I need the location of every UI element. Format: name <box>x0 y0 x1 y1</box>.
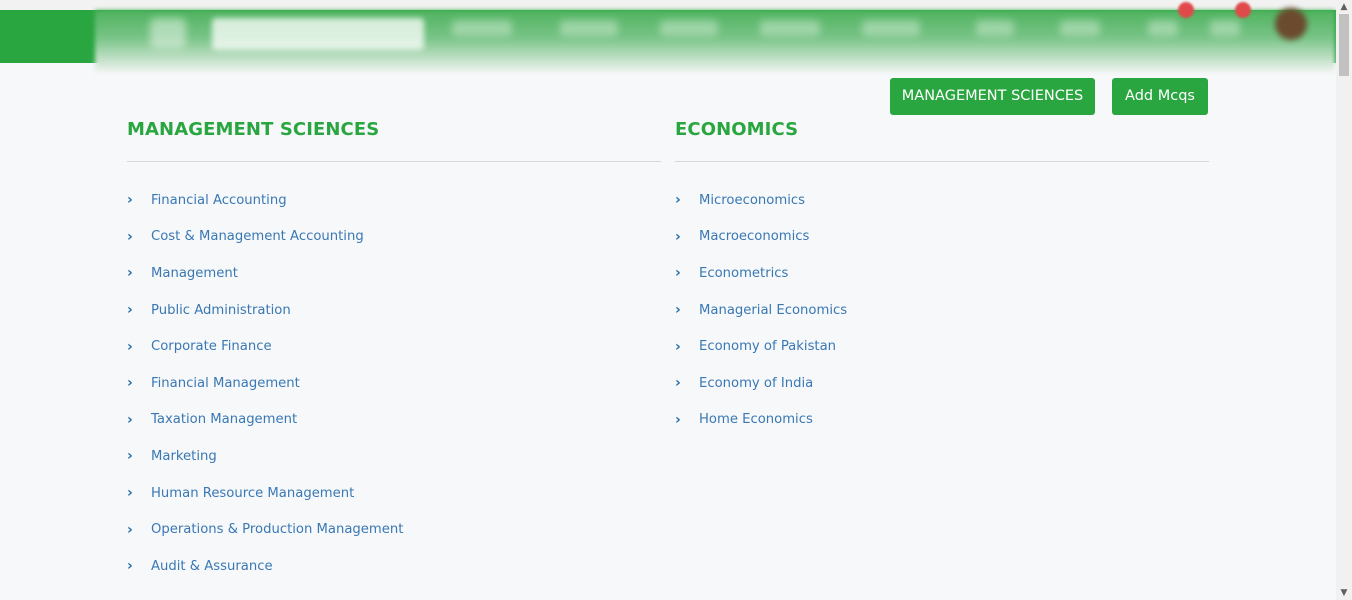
scrollbar-thumb[interactable] <box>1339 14 1349 76</box>
subject-link[interactable]: Taxation Management <box>151 412 297 427</box>
subject-list: › Microeconomics › Macroeconomics › Econome… <box>675 182 1209 438</box>
chevron-right-icon: › <box>127 448 133 465</box>
list-item[interactable]: › Econometrics <box>675 255 1209 292</box>
list-item[interactable]: › Marketing <box>127 438 661 475</box>
subject-link[interactable]: Audit & Assurance <box>151 559 273 574</box>
chevron-right-icon: › <box>127 521 133 538</box>
subject-link[interactable]: Economy of Pakistan <box>699 339 836 354</box>
subject-link[interactable]: Econometrics <box>699 266 788 281</box>
list-item[interactable]: › Operations & Production Management <box>127 511 661 548</box>
subject-link[interactable]: Financial Accounting <box>151 193 287 208</box>
nav-item[interactable] <box>976 20 1014 36</box>
chevron-right-icon: › <box>127 338 133 355</box>
scroll-down-arrow-icon[interactable]: ▼ <box>1336 586 1352 600</box>
chevron-right-icon: › <box>675 338 681 355</box>
section-title: MANAGEMENT SCIENCES <box>127 119 380 140</box>
nav-item[interactable] <box>1060 20 1100 36</box>
subject-link[interactable]: Home Economics <box>699 412 813 427</box>
chevron-right-icon: › <box>675 228 681 245</box>
nav-item[interactable] <box>560 20 618 36</box>
menu-toggle-icon[interactable] <box>150 18 186 48</box>
list-item[interactable]: › Macroeconomics <box>675 219 1209 256</box>
chevron-right-icon: › <box>127 411 133 428</box>
subject-link[interactable]: Macroeconomics <box>699 229 809 244</box>
list-item[interactable]: › Audit & Assurance <box>127 548 661 585</box>
notification-badge <box>1178 2 1194 18</box>
section-title: ECONOMICS <box>675 119 799 140</box>
subject-link[interactable]: Economy of India <box>699 376 813 391</box>
list-item[interactable]: › Financial Management <box>127 365 661 402</box>
subject-link[interactable]: Managerial Economics <box>699 303 847 318</box>
subject-link[interactable]: Cost & Management Accounting <box>151 229 364 244</box>
subject-link[interactable]: Public Administration <box>151 303 291 318</box>
scroll-up-arrow-icon[interactable]: ▲ <box>1336 0 1352 14</box>
list-item[interactable]: › Human Resource Management <box>127 475 661 512</box>
search-input[interactable] <box>212 18 424 50</box>
list-item[interactable]: › Economy of India <box>675 365 1209 402</box>
list-item[interactable]: › Corporate Finance <box>127 328 661 365</box>
subject-link[interactable]: Management <box>151 266 238 281</box>
subject-link[interactable]: Corporate Finance <box>151 339 272 354</box>
chevron-right-icon: › <box>127 192 133 209</box>
list-item[interactable]: › Microeconomics <box>675 182 1209 219</box>
list-item[interactable]: › Management <box>127 255 661 292</box>
subject-link[interactable]: Marketing <box>151 449 217 464</box>
avatar[interactable] <box>1275 8 1307 40</box>
list-item[interactable]: › Cost & Management Accounting <box>127 219 661 256</box>
vertical-scrollbar[interactable]: ▲ ▼ <box>1336 0 1352 600</box>
chevron-right-icon: › <box>127 375 133 392</box>
subject-link[interactable]: Human Resource Management <box>151 486 354 501</box>
chevron-right-icon: › <box>675 375 681 392</box>
chevron-right-icon: › <box>675 192 681 209</box>
chevron-right-icon: › <box>127 558 133 575</box>
notification-icon[interactable] <box>1148 20 1178 36</box>
list-item[interactable]: › Financial Accounting <box>127 182 661 219</box>
chevron-right-icon: › <box>127 228 133 245</box>
subject-link[interactable]: Operations & Production Management <box>151 522 403 537</box>
subject-link[interactable]: Financial Management <box>151 376 300 391</box>
message-badge <box>1235 2 1251 18</box>
divider <box>127 161 661 162</box>
nav-item[interactable] <box>862 20 920 36</box>
management-sciences-section: MANAGEMENT SCIENCES › Financial Accountin… <box>127 110 661 585</box>
nav-item[interactable] <box>452 20 512 36</box>
divider <box>675 161 1209 162</box>
list-item[interactable]: › Home Economics <box>675 402 1209 439</box>
subject-link[interactable]: Microeconomics <box>699 193 805 208</box>
chevron-right-icon: › <box>675 411 681 428</box>
chevron-right-icon: › <box>675 302 681 319</box>
list-item[interactable]: › Public Administration <box>127 292 661 329</box>
chevron-right-icon: › <box>675 265 681 282</box>
nav-item[interactable] <box>660 20 718 36</box>
browser-strip <box>0 0 1336 10</box>
economics-section: ECONOMICS › Microeconomics › Macroeconomic… <box>675 110 1209 438</box>
nav-item[interactable] <box>760 20 820 36</box>
subject-list: › Financial Accounting › Cost & Management… <box>127 182 661 585</box>
chevron-right-icon: › <box>127 265 133 282</box>
list-item[interactable]: › Taxation Management <box>127 402 661 439</box>
message-icon[interactable] <box>1210 20 1240 36</box>
list-item[interactable]: › Economy of Pakistan <box>675 328 1209 365</box>
list-item[interactable]: › Managerial Economics <box>675 292 1209 329</box>
chevron-right-icon: › <box>127 485 133 502</box>
chevron-right-icon: › <box>127 302 133 319</box>
